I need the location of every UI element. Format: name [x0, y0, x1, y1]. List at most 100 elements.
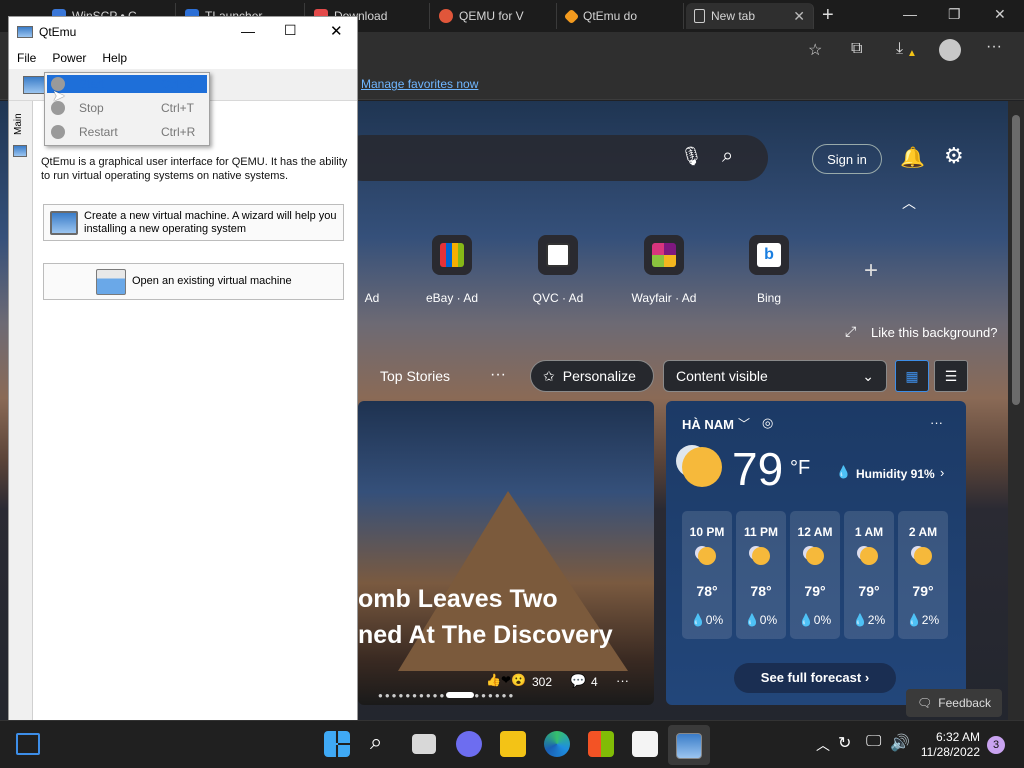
create-vm-button[interactable]: Create a new virtual machine. A wizard w… [43, 204, 344, 241]
more-tabs-button[interactable]: ··· [490, 366, 506, 384]
precip-chance: 💧0% [798, 613, 832, 627]
add-quick-link-icon[interactable]: + [864, 257, 878, 285]
favorites-star-icon[interactable]: ☆ [808, 40, 822, 60]
volume-icon[interactable]: 🔊 [890, 733, 910, 753]
manage-favorites-link[interactable]: Manage favorites now [361, 77, 478, 91]
feedback-button[interactable]: 🗨 Feedback [906, 689, 1002, 717]
qtemu-main-panel: QtEmu is a graphical user interface for … [33, 101, 357, 721]
show-hidden-icons-chevron[interactable]: ︿ [816, 735, 830, 755]
more-options-icon[interactable]: ··· [616, 673, 629, 688]
settings-gear-icon[interactable]: ⚙ [944, 143, 964, 169]
downloads-icon[interactable]: ⤓ [896, 40, 903, 58]
like-background-link[interactable]: Like this background? [871, 325, 997, 340]
feedback-icon: 🗨 [917, 696, 933, 710]
sign-in-button[interactable]: Sign in [812, 144, 882, 174]
menu-item-stop[interactable]: Stop Ctrl+T [47, 99, 207, 117]
weather-more-icon[interactable]: ··· [930, 415, 943, 430]
quick-link-wayfair[interactable]: Wayfair · Ad [622, 235, 706, 305]
hourly-forecast-item[interactable]: 1 AM 79° 💧2% [844, 511, 894, 639]
page-scrollbar[interactable] [1008, 101, 1024, 720]
mouse-cursor-icon: ➤ [52, 88, 66, 105]
hourly-forecast-item[interactable]: 10 PM 78° 💧0% [682, 511, 732, 639]
maximize-icon[interactable]: ☐ [284, 22, 297, 39]
news-headline[interactable]: omb Leaves Two ned At The Discovery [358, 581, 654, 653]
start-menu-icon[interactable] [324, 731, 350, 757]
precip-chance: 💧2% [852, 613, 886, 627]
scrollbar-thumb[interactable] [1012, 115, 1020, 405]
microsoft-store-icon[interactable] [588, 731, 614, 757]
current-temp: 79 [732, 443, 784, 495]
notification-badge[interactable]: 3 [987, 736, 1005, 754]
hourly-forecast-item[interactable]: 11 PM 78° 💧0% [736, 511, 786, 639]
precip-chance: 💧0% [744, 613, 778, 627]
collections-icon[interactable]: ⧉ [851, 40, 862, 58]
carousel-dots[interactable]: ●●●●●●●●●● ●●●●●● [378, 691, 515, 700]
new-tab-button[interactable]: + [822, 4, 834, 27]
file-explorer-icon[interactable] [500, 731, 526, 757]
microphone-icon[interactable]: 🎙 [680, 146, 703, 167]
news-card[interactable]: omb Leaves Two ned At The Discovery ●●●●… [358, 401, 654, 705]
system-clock[interactable]: 6:32 AM 11/28/2022 [918, 730, 980, 760]
close-tab-icon[interactable]: ✕ [793, 8, 805, 25]
comment-icon[interactable]: 💬 [570, 673, 586, 689]
weather-card[interactable]: HÀ NAM ﹀ ◎ ··· 79 °F 💧 Humidity 91% › 10… [666, 401, 966, 705]
tab-qemu[interactable]: QEMU for V [431, 3, 557, 29]
tab-qtemu[interactable]: QtEmu do [558, 3, 684, 29]
humidity-chevron-icon[interactable]: › [940, 465, 944, 480]
quick-link-ebay[interactable]: eBay · Ad [410, 235, 494, 305]
chevron-down-icon: ⌄ [862, 367, 874, 384]
task-view-icon[interactable] [412, 734, 436, 754]
sync-error-icon[interactable]: ↻ [838, 733, 851, 753]
network-icon[interactable]: 🖵 [866, 733, 881, 751]
qtemu-description: QtEmu is a graphical user interface for … [41, 156, 348, 182]
qtemu-title-bar[interactable]: QtEmu — ☐ ✕ [9, 17, 357, 47]
profile-avatar[interactable] [939, 39, 961, 61]
qtemu-app-icon [17, 26, 33, 38]
top-stories-tab[interactable]: Top Stories [380, 368, 450, 384]
widgets-icon[interactable] [16, 733, 40, 755]
open-vm-button[interactable]: Open an existing virtual machine [43, 263, 344, 300]
menu-power[interactable]: Power [44, 51, 94, 65]
see-full-forecast-button[interactable]: See full forecast › [734, 663, 896, 693]
close-window-icon[interactable]: ✕ [330, 22, 343, 40]
location-chevron-icon[interactable]: ﹀ [738, 415, 750, 432]
web-search-box[interactable]: 🎙 ⌕ [340, 135, 768, 181]
quick-link-bing[interactable]: b Bing [727, 235, 811, 305]
location-globe-icon[interactable]: ◎ [762, 415, 773, 431]
reaction-count: 302 [532, 675, 553, 689]
new-vm-toolbar-icon[interactable] [23, 76, 45, 94]
menu-help[interactable]: Help [94, 51, 135, 65]
newtab-icon [694, 9, 705, 23]
sourceforge-icon [563, 8, 580, 24]
teams-chat-icon[interactable] [456, 731, 482, 757]
notifications-bell-icon[interactable]: 🔔 [900, 145, 925, 170]
vm-tab-icon[interactable] [13, 145, 27, 157]
tab-main[interactable]: Main [13, 113, 24, 135]
temp-unit[interactable]: °F [790, 457, 810, 480]
minimize-icon[interactable]: — [241, 23, 255, 39]
menu-item-start[interactable]: Start Ctrl+S [47, 75, 207, 93]
search-icon[interactable]: ⌕ [370, 729, 382, 755]
java-icon[interactable] [632, 731, 658, 757]
personalize-button[interactable]: ✩ Personalize [530, 360, 654, 392]
content-visible-dropdown[interactable]: Content visible ⌄ [663, 360, 887, 392]
edge-browser-icon[interactable] [544, 731, 570, 757]
quick-link-qvc[interactable]: QVC · Ad [516, 235, 600, 305]
close-window-icon[interactable]: ✕ [994, 6, 1006, 23]
hourly-forecast-item[interactable]: 2 AM 79° 💧2% [898, 511, 948, 639]
menu-file[interactable]: File [9, 51, 44, 65]
minimize-icon[interactable]: — [903, 6, 917, 22]
hourly-forecast-item[interactable]: 12 AM 79° 💧0% [790, 511, 840, 639]
tab-new-tab[interactable]: New tab ✕ [686, 3, 814, 29]
menu-item-restart[interactable]: Restart Ctrl+R [47, 123, 207, 141]
warning-icon: ▲ [907, 48, 917, 59]
list-view-button[interactable]: ☰ [934, 360, 968, 392]
feed-nav-bar: Top Stories ··· ✩ Personalize Content vi… [358, 358, 1008, 398]
settings-more-icon[interactable]: ··· [986, 38, 1002, 56]
humidity-label[interactable]: Humidity 91% [856, 467, 935, 481]
weather-location[interactable]: HÀ NAM [682, 417, 734, 432]
grid-view-button[interactable]: ▦ [895, 360, 929, 392]
search-icon[interactable]: ⌕ [722, 145, 733, 168]
collapse-chevron-icon[interactable]: ︿ [902, 193, 916, 213]
restore-icon[interactable]: ❐ [948, 6, 961, 23]
